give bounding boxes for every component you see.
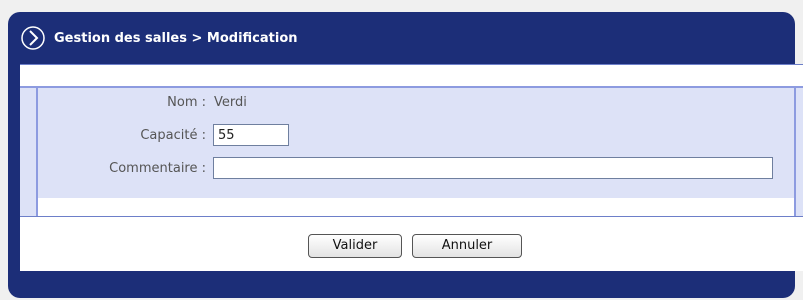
top-spacer bbox=[20, 64, 803, 87]
annuler-button[interactable]: Annuler bbox=[412, 234, 522, 258]
chevron-right-icon bbox=[21, 26, 45, 50]
capacite-input[interactable] bbox=[213, 124, 289, 146]
page-header: Gestion des salles > Modification bbox=[8, 12, 795, 64]
form-fields: Nom : Verdi Capacité : Commentaire : bbox=[36, 88, 796, 198]
commentaire-input[interactable] bbox=[213, 157, 773, 179]
page-title: Gestion des salles > Modification bbox=[54, 30, 298, 46]
edit-form: Nom : Verdi Capacité : Commentaire : bbox=[20, 86, 803, 200]
capacite-label: Capacité : bbox=[140, 128, 206, 143]
nom-value: Verdi bbox=[214, 95, 247, 110]
commentaire-label: Commentaire : bbox=[109, 161, 206, 176]
nom-label: Nom : bbox=[167, 95, 206, 110]
form-spacer-row bbox=[20, 198, 803, 216]
button-bar: Valider Annuler bbox=[20, 216, 803, 271]
form-spacer-inner bbox=[36, 198, 796, 216]
valider-button[interactable]: Valider bbox=[308, 234, 402, 258]
